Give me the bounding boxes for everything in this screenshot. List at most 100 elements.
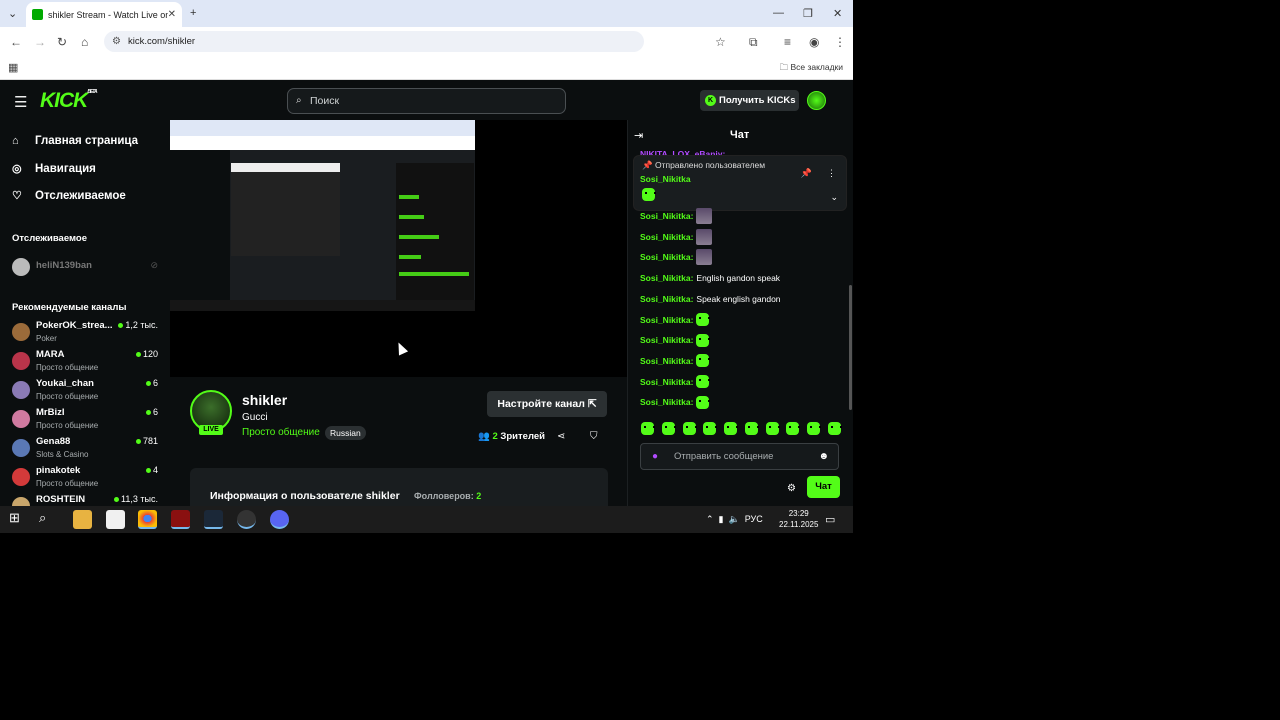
viewer-count: 781	[135, 436, 158, 446]
chat-username[interactable]: Sosi_Nikitka:	[640, 377, 693, 387]
chat-settings-icon[interactable]: ⚙	[787, 483, 796, 494]
share-icon[interactable]: ⋖	[557, 431, 565, 442]
recommended-channel[interactable]: Gena88 Slots & Casino 781	[12, 436, 162, 462]
browser-tab[interactable]: shikler Stream - Watch Live on K ✕	[26, 2, 182, 27]
viewer-count: 6	[145, 407, 158, 417]
collapse-chat-icon[interactable]: ⇥	[634, 129, 643, 142]
recommended-channel[interactable]: pinakotek Просто общение 4	[12, 465, 162, 491]
profile-icon[interactable]: ◉	[809, 35, 819, 49]
page-scrollbar[interactable]	[849, 285, 852, 410]
file-explorer-icon[interactable]	[73, 510, 92, 529]
stream-video-frame	[170, 120, 475, 311]
chat-username[interactable]: Sosi_Nikitka:	[640, 252, 693, 262]
pinned-by-label: Отправлено пользователем	[654, 160, 766, 170]
more-options-icon[interactable]: ⋮	[827, 168, 836, 179]
dota-icon[interactable]	[171, 510, 190, 529]
search-taskbar-icon[interactable]: ⌕	[39, 510, 58, 529]
hamburger-menu-icon[interactable]: ☰	[14, 93, 27, 111]
chat-username[interactable]: Sosi_Nikitka:	[640, 273, 693, 283]
sidebar-item-home[interactable]: ⌂ Главная страница	[12, 135, 138, 147]
quick-emote-bar	[641, 422, 842, 436]
viewer-count: 6	[145, 378, 158, 388]
chat-send-button[interactable]: Чат	[807, 476, 840, 498]
chat-username[interactable]: Sosi_Nikitka:	[640, 315, 693, 325]
viewer-number: 1,2 тыс.	[125, 320, 158, 330]
search-input[interactable]: ⌕ Поиск	[287, 88, 566, 114]
obs-icon[interactable]	[237, 510, 256, 529]
minimize-icon[interactable]: —	[773, 7, 784, 19]
site-info-icon[interactable]: ⚙	[112, 31, 121, 52]
extensions-icon[interactable]: ⧉	[749, 35, 758, 50]
chat-username[interactable]: Sosi_Nikitka:	[640, 211, 693, 221]
home-browser-icon[interactable]: ⌂	[81, 35, 88, 49]
recommended-channel[interactable]: PokerOK_strea... Poker 1,2 тыс.	[12, 320, 162, 346]
discord-icon[interactable]	[270, 510, 289, 529]
url-text: kick.com/shikler	[128, 36, 196, 47]
recommended-channel[interactable]: MARA Просто общение 120	[12, 349, 162, 375]
address-bar[interactable]: ⚙ kick.com/shikler	[104, 31, 644, 52]
chat-username[interactable]: Sosi_Nikitka:	[640, 294, 693, 304]
quick-emote[interactable]	[744, 422, 759, 435]
media-icon[interactable]: ≡	[784, 35, 791, 49]
microphone-icon[interactable]: ●	[652, 444, 658, 469]
chat-username[interactable]: Sosi_Nikitka:	[640, 356, 693, 366]
channel-avatar	[12, 410, 30, 428]
following-channel[interactable]: heliN139ban ⊘	[12, 255, 162, 281]
apps-icon[interactable]: ▦	[8, 61, 18, 74]
language-tag[interactable]: Russian	[325, 426, 366, 440]
quick-emote[interactable]	[786, 422, 801, 435]
chat-message: Sosi_Nikitka:	[640, 333, 711, 347]
chat-username[interactable]: Sosi_Nikitka:	[640, 232, 693, 242]
unpin-icon[interactable]: 📌	[801, 168, 812, 179]
quick-emote[interactable]	[807, 422, 822, 435]
system-tray[interactable]: ⌃ ▮ 🔈 РУС	[706, 514, 763, 525]
username-text: Sosi_Nikitka	[640, 231, 691, 242]
chevron-down-icon[interactable]: ⌄	[830, 192, 838, 203]
maximize-icon[interactable]: ❐	[803, 7, 813, 20]
quick-emote[interactable]	[661, 422, 676, 435]
quick-emote[interactable]	[724, 422, 739, 435]
chat-message: Sosi_Nikitka:	[640, 313, 711, 327]
sidebar-item-following[interactable]: ♡ Отслеживаемое	[12, 189, 126, 203]
close-tab-icon[interactable]: ✕	[168, 9, 176, 20]
emoji-picker-icon[interactable]: ☻	[818, 444, 829, 469]
chat-message: Sosi_Nikitka: English gandon speak	[640, 271, 780, 285]
quick-emote[interactable]	[682, 422, 697, 435]
pinned-username[interactable]: Sosi_Nikitka	[640, 174, 691, 184]
chat-message-input[interactable]: ● Отправить сообщение ☻	[640, 443, 839, 470]
steam-icon[interactable]	[204, 510, 223, 529]
quick-emote[interactable]	[765, 422, 780, 435]
taskbar-clock[interactable]: 23:29 22.11.2025	[779, 508, 818, 530]
store-icon[interactable]	[106, 510, 125, 529]
quick-emote[interactable]	[703, 422, 718, 435]
tab-list-icon[interactable]: ⌄	[8, 7, 17, 20]
chat-username[interactable]: Sosi_Nikitka:	[640, 397, 693, 407]
get-kicks-button[interactable]: K Получить KICKs	[700, 90, 799, 111]
stream-category-link[interactable]: Просто общение	[242, 427, 320, 438]
reload-icon[interactable]: ↻	[57, 35, 67, 49]
recommended-channel[interactable]: MrBizI Просто общение 6	[12, 407, 162, 433]
forward-icon[interactable]: →	[34, 35, 46, 49]
all-bookmarks[interactable]: 🗀 Все закладки	[780, 62, 843, 76]
new-tab-icon[interactable]: +	[190, 7, 196, 19]
bookmark-star-icon[interactable]: ☆	[715, 35, 726, 49]
menu-icon[interactable]: ⋮	[834, 35, 846, 49]
sidebar-item-browse[interactable]: ◎ Навигация	[12, 162, 96, 176]
quick-emote[interactable]	[827, 422, 842, 435]
kick-logo[interactable]: KICKBETA	[40, 89, 98, 113]
recommended-channel[interactable]: Youkai_chan Просто общение 6	[12, 378, 162, 404]
viewer-number: 11,3 тыс.	[121, 494, 158, 504]
user-avatar[interactable]	[807, 91, 826, 110]
windows-start-icon[interactable]: ⊞	[9, 510, 28, 529]
offline-icon: ⊘	[150, 260, 158, 270]
chat-username[interactable]: Sosi_Nikitka:	[640, 335, 693, 345]
channel-name-title[interactable]: shikler	[242, 392, 287, 408]
sidebar-item-label: Главная страница	[35, 135, 139, 147]
quick-emote[interactable]	[641, 422, 655, 435]
notifications-icon[interactable]: ▭	[825, 513, 835, 526]
close-window-icon[interactable]: ✕	[833, 7, 842, 20]
chrome-icon[interactable]	[138, 510, 157, 529]
back-icon[interactable]: ←	[10, 35, 22, 49]
setup-channel-button[interactable]: Настройте канал ⇱	[487, 391, 607, 417]
follow-user-icon[interactable]: ⛉	[590, 431, 598, 442]
